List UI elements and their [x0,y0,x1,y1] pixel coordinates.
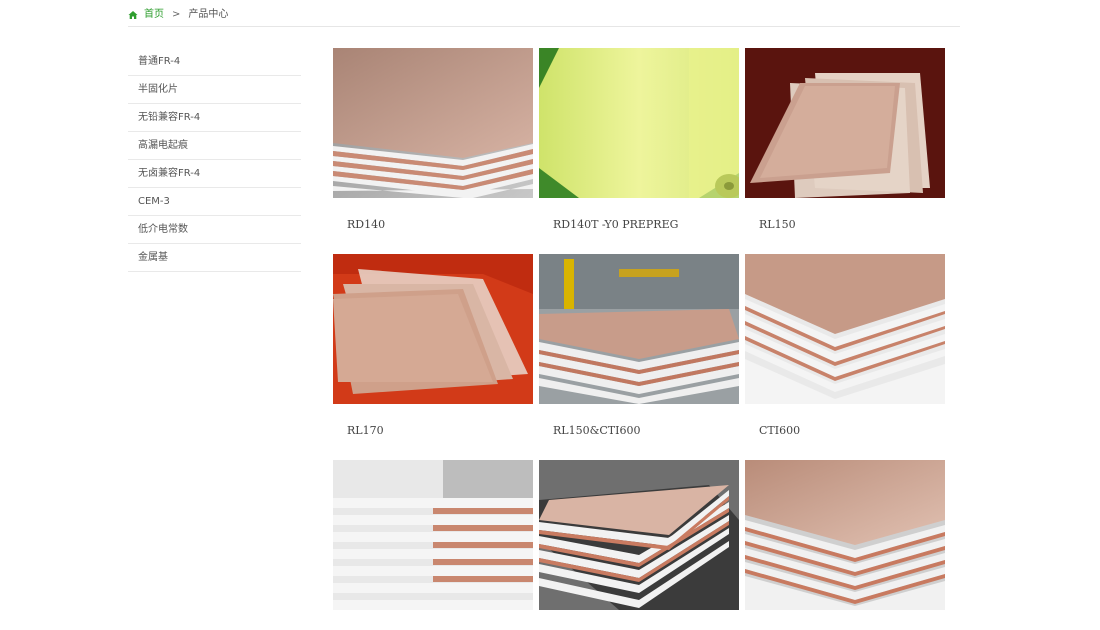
product-name[interactable]: CTI600 [745,424,945,437]
product-image[interactable] [539,254,739,404]
sidebar-item-prepreg[interactable]: 半固化片 [128,76,301,104]
product-image[interactable] [745,460,945,610]
product-name[interactable]: RL170 [333,424,533,437]
product-card[interactable] [333,460,533,630]
product-image[interactable] [745,254,945,404]
sidebar-item-low-dk[interactable]: 低介电常数 [128,216,301,244]
sidebar-item-fr4[interactable]: 普通FR-4 [128,48,301,76]
product-image[interactable] [539,48,739,198]
product-image[interactable] [333,460,533,610]
product-card[interactable] [745,460,945,630]
product-card[interactable]: CTI600 [745,254,945,437]
breadcrumb-current: 产品中心 [188,9,229,20]
product-image[interactable] [745,48,945,198]
product-image[interactable] [333,254,533,404]
product-name[interactable]: RD140T -Y0 PREPREG [539,218,739,231]
sidebar-item-lead-free-fr4[interactable]: 无铅兼容FR-4 [128,104,301,132]
product-name[interactable]: RD140 [333,218,533,231]
product-card[interactable]: RD140 [333,48,533,231]
sidebar-item-high-cti[interactable]: 高漏电起痕 [128,132,301,160]
product-card[interactable]: RL170 [333,254,533,437]
product-name[interactable]: RL150&CTI600 [539,424,739,437]
product-image[interactable] [539,460,739,610]
breadcrumb-home-link[interactable]: 首页 [144,8,164,22]
product-image[interactable] [333,48,533,198]
product-name[interactable]: RL150 [745,218,945,231]
category-sidebar: 普通FR-4 半固化片 无铅兼容FR-4 高漏电起痕 无卤兼容FR-4 CEM-… [128,48,301,272]
sidebar-item-halogen-free-fr4[interactable]: 无卤兼容FR-4 [128,160,301,188]
product-card[interactable]: RD140T -Y0 PREPREG [539,48,739,231]
breadcrumb: 首页 > 产品中心 [128,8,960,27]
sidebar-item-metal-base[interactable]: 金属基 [128,244,301,272]
home-icon [128,11,138,19]
product-card[interactable]: RL150 [745,48,945,231]
product-card[interactable] [539,460,739,630]
sidebar-item-cem3[interactable]: CEM-3 [128,188,301,216]
breadcrumb-separator: > [172,9,181,20]
product-card[interactable]: RL150&CTI600 [539,254,739,437]
